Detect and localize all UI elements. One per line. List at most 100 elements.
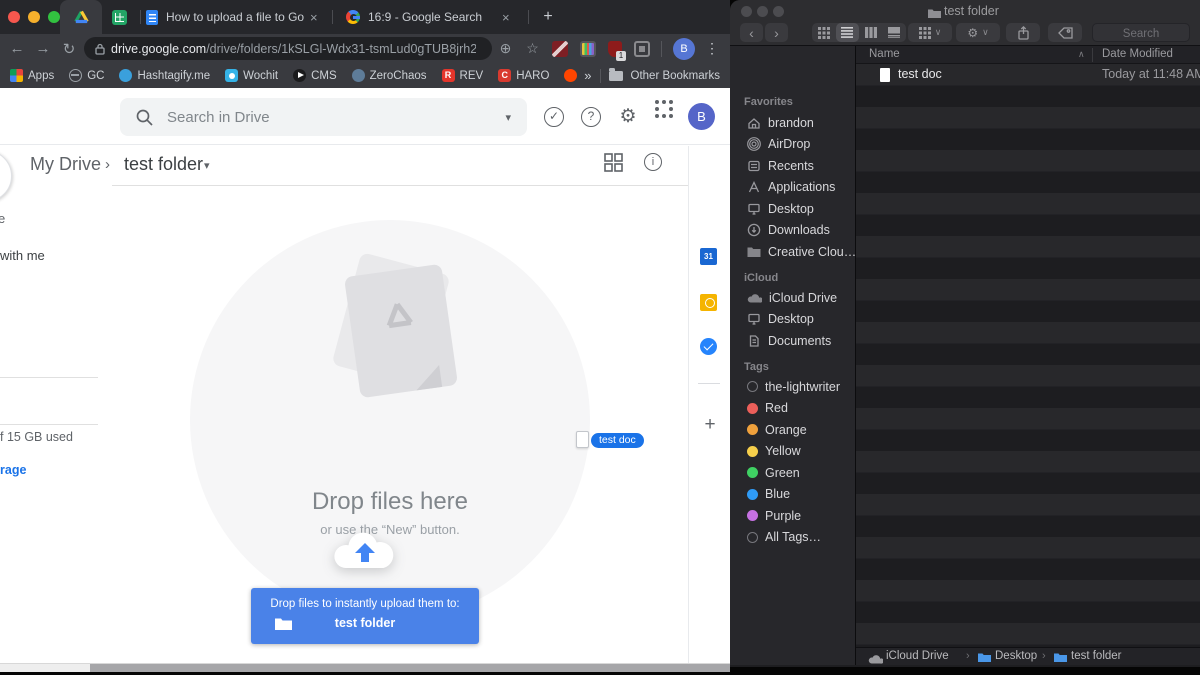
tags-button[interactable] <box>1048 23 1082 42</box>
sidebar-item-documents[interactable]: Documents <box>730 330 856 352</box>
drive-profile-avatar[interactable]: B <box>688 103 715 130</box>
back-button[interactable]: ← <box>4 40 30 57</box>
extension-icon-clipper[interactable] <box>634 40 650 57</box>
path-item-test-folder[interactable]: test folder <box>1071 650 1122 662</box>
sidebar-item-shared-with-me-partial[interactable]: with me <box>0 248 45 263</box>
extension-icon-video[interactable] <box>552 40 568 57</box>
sidebar-item-airdrop[interactable]: AirDrop <box>730 134 856 156</box>
sidebar-tag-blue[interactable]: Blue <box>730 484 856 506</box>
extension-icon-shield[interactable]: 1 <box>608 40 626 61</box>
forward-button[interactable]: › <box>765 23 788 42</box>
home-icon <box>748 117 760 129</box>
bookmark-star-icon[interactable]: ☆ <box>519 40 546 57</box>
upgrade-storage-link-partial[interactable]: rage <box>0 463 26 477</box>
finder-close-button[interactable] <box>741 6 752 17</box>
reload-button[interactable]: ↻ <box>56 40 82 58</box>
tab-how-to-upload[interactable]: How to upload a file to Google D × <box>136 0 328 34</box>
bookmarks-overflow-icon[interactable]: » <box>584 68 591 83</box>
group-by-button[interactable]: ∨ <box>908 23 952 42</box>
bookmark-zerochaos[interactable]: ZeroChaos <box>351 69 427 82</box>
google-apps-grid-icon[interactable] <box>654 107 674 127</box>
sidebar-tag-custom[interactable]: the-lightwriter <box>730 376 856 398</box>
chrome-minimize-button[interactable] <box>28 11 40 23</box>
horizontal-scrollbar[interactable] <box>0 663 730 672</box>
pinned-tab-google-sheets[interactable] <box>102 0 136 34</box>
sidebar-item-all-tags[interactable]: All Tags… <box>730 527 856 549</box>
breadcrumb-test-folder[interactable]: test folder <box>124 154 203 175</box>
chrome-close-button[interactable] <box>8 11 20 23</box>
chrome-zoom-button[interactable] <box>48 11 60 23</box>
finder-search-input[interactable] <box>1093 25 1189 43</box>
finder-titlebar[interactable]: test folder <box>730 0 1200 22</box>
send-to-device-icon[interactable]: ⊕ <box>492 40 519 57</box>
dragged-file-icon[interactable] <box>576 431 589 448</box>
tab-close-icon[interactable]: × <box>310 10 318 25</box>
pinned-tab-google-drive[interactable] <box>60 0 102 34</box>
extension-icon-tv[interactable] <box>580 40 596 57</box>
column-header-name[interactable]: Name <box>869 48 900 60</box>
google-tasks-icon[interactable] <box>700 338 717 355</box>
sidebar-tag-green[interactable]: Green <box>730 462 856 484</box>
tab-google-search[interactable]: 16:9 - Google Search × <box>338 0 524 34</box>
sidebar-item-icloud-desktop[interactable]: Desktop <box>730 309 856 331</box>
bookmark-cms[interactable]: CMS <box>293 69 337 82</box>
bookmark-hashtagify[interactable]: Hashtagify.me <box>119 69 210 82</box>
sidebar-tag-orange[interactable]: Orange <box>730 419 856 441</box>
tab-close-icon[interactable]: × <box>502 10 510 25</box>
tag-dot-icon <box>747 488 758 500</box>
folder-menu-caret-icon[interactable]: ▾ <box>204 159 210 172</box>
scrollbar-thumb[interactable] <box>90 664 730 672</box>
sidebar-item-downloads[interactable]: Downloads <box>730 220 856 242</box>
bookmark-haro[interactable]: C HARO <box>498 69 549 82</box>
finder-search-field[interactable] <box>1092 23 1190 43</box>
coverflow-view-button[interactable] <box>883 23 907 42</box>
bookmark-apps[interactable]: Apps <box>10 69 54 82</box>
share-button[interactable] <box>1006 23 1040 42</box>
settings-gear-icon[interactable]: ⚙ <box>618 107 638 127</box>
bookmark-wochit[interactable]: Wochit <box>225 69 278 82</box>
sidebar-item-recents[interactable]: Recents <box>730 155 856 177</box>
column-header-date-modified[interactable]: Date Modified <box>1102 48 1173 60</box>
finder-minimize-button[interactable] <box>757 6 768 17</box>
icon-view-button[interactable] <box>812 23 836 42</box>
google-calendar-icon[interactable]: 31 <box>700 248 717 265</box>
path-item-icloud-drive[interactable]: iCloud Drive <box>886 650 949 662</box>
drive-search-input[interactable] <box>167 108 506 126</box>
path-item-desktop[interactable]: Desktop <box>995 650 1037 662</box>
list-view-button[interactable] <box>835 23 859 42</box>
grid-view-toggle-icon[interactable] <box>604 153 623 172</box>
other-bookmarks-button[interactable]: Other Bookmarks <box>631 70 720 82</box>
reddit-icon[interactable] <box>564 69 578 82</box>
sidebar-tag-red[interactable]: Red <box>730 398 856 420</box>
back-button[interactable]: ‹ <box>740 23 763 42</box>
sidebar-tag-yellow[interactable]: Yellow <box>730 441 856 463</box>
search-options-caret-icon[interactable]: ▾ <box>505 111 511 124</box>
info-icon[interactable]: i <box>644 153 662 171</box>
add-panel-icon[interactable]: + <box>689 414 730 436</box>
column-divider[interactable] <box>1092 48 1093 62</box>
drive-search-box[interactable]: ▾ <box>120 98 527 136</box>
browser-menu-icon[interactable]: ⋮ <box>701 40 723 57</box>
bookmark-rev[interactable]: R REV <box>441 69 483 82</box>
sidebar-item-applications[interactable]: Applications <box>730 177 856 199</box>
file-row-test-doc[interactable]: test doc Today at 11:48 AM <box>856 64 1200 86</box>
forward-button[interactable]: → <box>30 40 56 57</box>
sidebar-item-desktop[interactable]: Desktop <box>730 198 856 220</box>
dragged-file-label[interactable]: test doc <box>591 433 644 448</box>
sidebar-item-creative-cloud[interactable]: Creative Clou… <box>730 241 856 263</box>
action-menu-button[interactable]: ⚙ ∨ <box>956 23 1000 42</box>
browser-profile-avatar[interactable]: B <box>673 37 695 60</box>
help-icon[interactable]: ? <box>581 107 601 127</box>
finder-zoom-button[interactable] <box>773 6 784 17</box>
new-tab-button[interactable]: + <box>538 7 558 27</box>
offline-status-icon[interactable]: ✓ <box>544 107 564 127</box>
bookmark-gc[interactable]: GC <box>69 69 104 82</box>
drive-side-panel: 31 + › <box>688 146 730 663</box>
sidebar-item-home[interactable]: brandon <box>730 112 856 134</box>
sidebar-tag-purple[interactable]: Purple <box>730 505 856 527</box>
sidebar-item-icloud-drive[interactable]: iCloud Drive <box>730 287 856 309</box>
google-keep-icon[interactable] <box>700 294 717 311</box>
breadcrumb-my-drive[interactable]: My Drive <box>30 154 101 175</box>
address-bar[interactable]: drive.google.com/drive/folders/1kSLGl-Wd… <box>84 37 492 60</box>
column-view-button[interactable] <box>859 23 883 42</box>
